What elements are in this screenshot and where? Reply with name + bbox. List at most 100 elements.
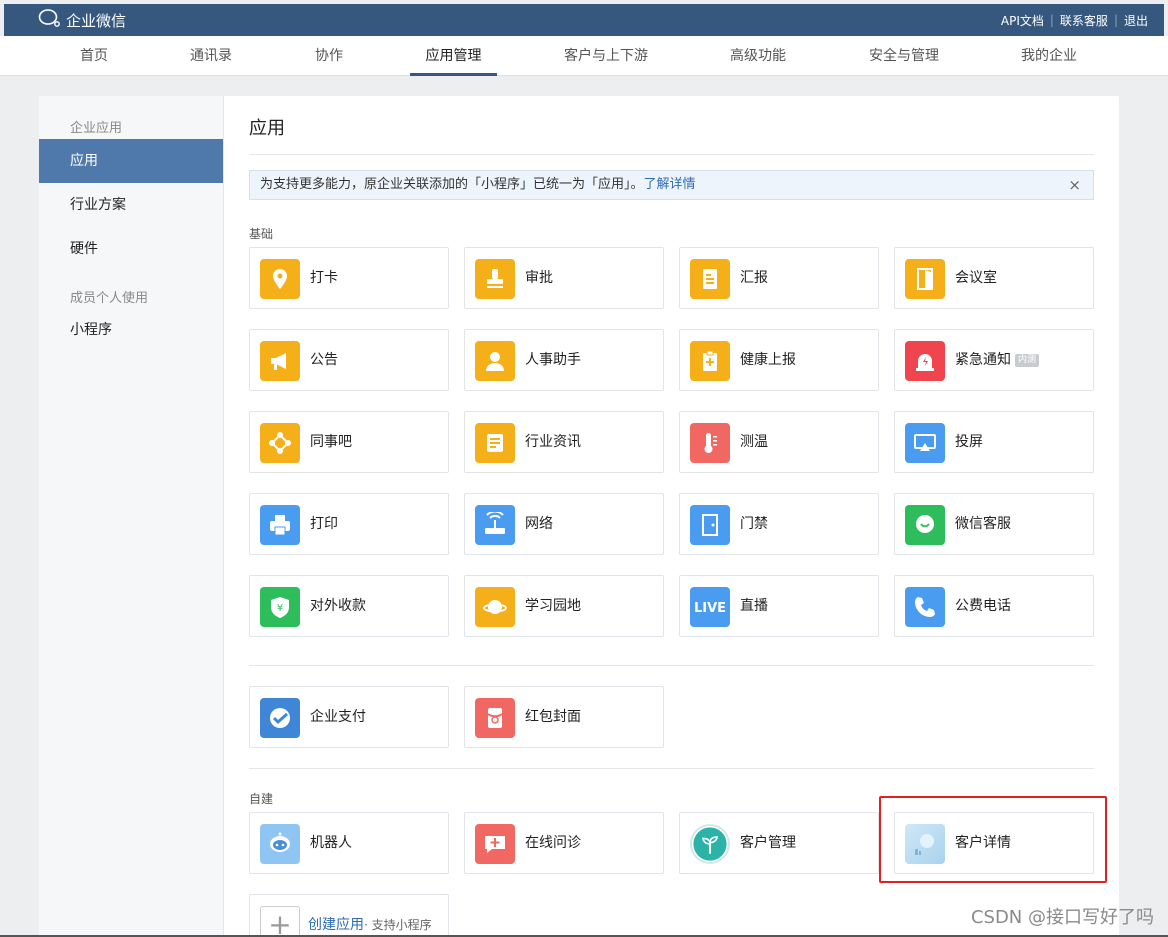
app-name: 公费电话: [955, 598, 1011, 614]
app-tile-hr-assistant[interactable]: 人事助手: [464, 329, 664, 391]
sidebar: 企业应用 应用 行业方案 硬件 成员个人使用 小程序: [39, 96, 224, 937]
app-tile-wechat-service[interactable]: 微信客服: [894, 493, 1094, 555]
app-name-text: 紧急通知: [955, 352, 1011, 368]
sidebar-group-enterprise: 企业应用: [70, 121, 123, 136]
chat-bubbles-icon: [38, 8, 62, 32]
app-tile-live[interactable]: LIVE 直播: [679, 575, 879, 637]
main-nav: 首页 通讯录 协作 应用管理 客户与上下游 高级功能 安全与管理 我的企业: [0, 36, 1168, 76]
app-name: 紧急通知 内测: [955, 330, 1040, 390]
sidebar-item-hardware[interactable]: 硬件: [39, 227, 223, 271]
divider: [249, 154, 1094, 155]
app-name: 打印: [310, 516, 338, 532]
app-tile-access-control[interactable]: 门禁: [679, 493, 879, 555]
nav-contacts[interactable]: 通讯录: [181, 36, 241, 76]
app-tile-industry-news[interactable]: 行业资讯: [464, 411, 664, 473]
watermark: CSDN @接口写好了吗: [970, 907, 1154, 928]
create-app-tile[interactable]: + 创建应用· 支持小程序: [249, 894, 449, 937]
sprout-icon: [690, 824, 730, 864]
app-tile-payment-collection[interactable]: ¥ 对外收款: [249, 575, 449, 637]
app-tile-public-phone[interactable]: 公费电话: [894, 575, 1094, 637]
section-label-basic: 基础: [249, 227, 274, 241]
app-name: 打卡: [310, 270, 338, 286]
app-name: 测温: [740, 434, 768, 450]
app-tile-emergency-notice[interactable]: 紧急通知 内测: [894, 329, 1094, 391]
app-name: 机器人: [310, 835, 352, 851]
app-tile-robot[interactable]: 机器人: [249, 812, 449, 874]
red-packet-icon: [475, 698, 515, 738]
sidebar-item-industry[interactable]: 行业方案: [39, 183, 223, 227]
app-tile-health-report[interactable]: 健康上报: [679, 329, 879, 391]
top-bar: 企业微信 API文档 | 联系客服 | 退出: [4, 4, 1164, 36]
app-tile-checkin[interactable]: 打卡: [249, 247, 449, 309]
thermometer-icon: [690, 423, 730, 463]
create-app-link[interactable]: 创建应用: [308, 917, 364, 933]
divider: [249, 768, 1094, 769]
plus-icon: +: [260, 906, 300, 937]
door-icon: [905, 259, 945, 299]
close-icon[interactable]: ×: [1068, 171, 1081, 199]
divider: |: [1113, 13, 1118, 27]
payment-check-icon: [260, 698, 300, 738]
app-tile-print[interactable]: 打印: [249, 493, 449, 555]
logout-link[interactable]: 退出: [1124, 12, 1148, 29]
beta-badge: 内测: [1015, 353, 1040, 367]
app-name: 微信客服: [955, 516, 1011, 532]
nav-advanced[interactable]: 高级功能: [722, 36, 794, 76]
api-docs-link[interactable]: API文档: [1001, 12, 1044, 29]
top-links: API文档 | 联系客服 | 退出: [1001, 4, 1148, 36]
network-icon: [260, 423, 300, 463]
create-app-label: 创建应用· 支持小程序: [308, 895, 432, 937]
page-title: 应用: [249, 118, 285, 139]
app-tile-meeting-room[interactable]: 会议室: [894, 247, 1094, 309]
app-name: 同事吧: [310, 434, 352, 450]
phone-icon: [905, 587, 945, 627]
app-tile-customer-management[interactable]: 客户管理: [679, 812, 879, 874]
router-icon: [475, 505, 515, 545]
sidebar-item-apps[interactable]: 应用: [39, 139, 223, 183]
app-name: 人事助手: [525, 352, 581, 368]
svg-text:¥: ¥: [277, 603, 283, 614]
app-tile-temperature[interactable]: 测温: [679, 411, 879, 473]
robot-icon: [260, 824, 300, 864]
notice-banner: 为支持更多能力，原企业关联添加的「小程序」已统一为「应用」。了解详情 ×: [249, 170, 1094, 200]
alarm-icon: [905, 341, 945, 381]
app-tile-report[interactable]: 汇报: [679, 247, 879, 309]
app-name: 企业支付: [310, 709, 366, 725]
learn-more-link[interactable]: 了解详情: [644, 177, 696, 192]
brand-logo[interactable]: 企业微信: [38, 4, 126, 36]
app-tile-red-packet-cover[interactable]: 红包封面: [464, 686, 664, 748]
location-pin-icon: [260, 259, 300, 299]
app-tile-colleague-forum[interactable]: 同事吧: [249, 411, 449, 473]
highlight-box: [879, 796, 1107, 883]
planet-icon: [475, 587, 515, 627]
screen-cast-icon: [905, 423, 945, 463]
divider: [249, 665, 1094, 666]
megaphone-icon: [260, 341, 300, 381]
app-name: 网络: [525, 516, 553, 532]
app-tile-enterprise-payment[interactable]: 企业支付: [249, 686, 449, 748]
nav-customers[interactable]: 客户与上下游: [556, 36, 656, 76]
person-icon: [475, 341, 515, 381]
scroll-icon: [475, 423, 515, 463]
app-tile-announcement[interactable]: 公告: [249, 329, 449, 391]
app-tile-screen-cast[interactable]: 投屏: [894, 411, 1094, 473]
nav-home[interactable]: 首页: [64, 36, 124, 76]
app-tile-approval[interactable]: 审批: [464, 247, 664, 309]
app-name: 直播: [740, 598, 768, 614]
nav-app-management[interactable]: 应用管理: [410, 36, 497, 76]
section-label-custom: 自建: [249, 792, 274, 806]
app-tile-learning[interactable]: 学习园地: [464, 575, 664, 637]
chat-bubble-icon: [905, 505, 945, 545]
app-name: 健康上报: [740, 352, 796, 368]
app-tile-network[interactable]: 网络: [464, 493, 664, 555]
sidebar-item-miniprogram[interactable]: 小程序: [39, 308, 223, 352]
nav-collaboration[interactable]: 协作: [299, 36, 359, 76]
report-icon: [690, 259, 730, 299]
app-tile-online-consult[interactable]: 在线问诊: [464, 812, 664, 874]
nav-my-enterprise[interactable]: 我的企业: [1013, 36, 1085, 76]
app-name: 行业资讯: [525, 434, 581, 450]
clipboard-plus-icon: [690, 341, 730, 381]
nav-security[interactable]: 安全与管理: [862, 36, 946, 76]
medical-chat-icon: [475, 824, 515, 864]
contact-support-link[interactable]: 联系客服: [1060, 12, 1108, 29]
